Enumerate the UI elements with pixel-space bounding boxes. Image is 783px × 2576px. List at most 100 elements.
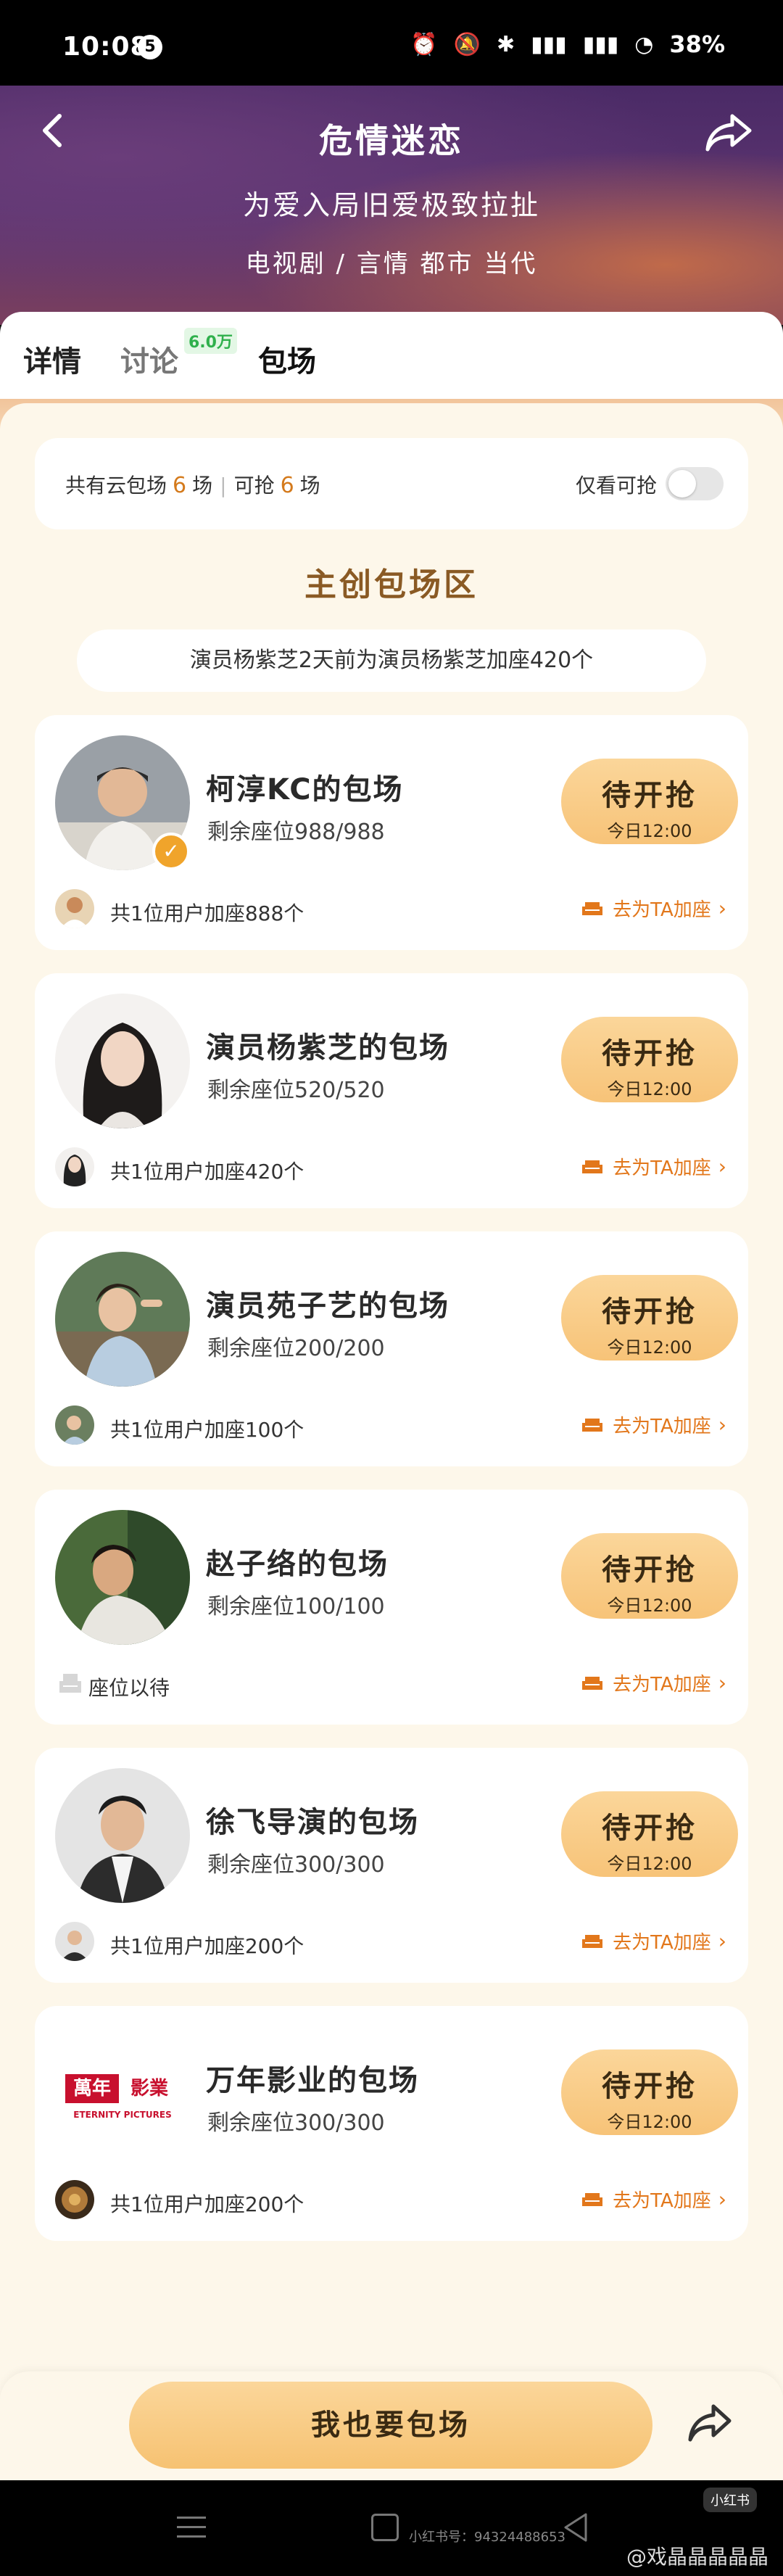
sofa-icon [582, 2192, 603, 2206]
tab-discuss-label: 讨论 [120, 345, 178, 379]
supporter-avatar [55, 1405, 94, 1445]
booking-card[interactable]: ✓ 柯淳KC的包场 剩余座位988/988 待开抢 今日12:00 共1位用户加… [35, 715, 748, 950]
page-title: 危情迷恋 [319, 121, 464, 160]
supporter-summary: 共1位用户加座888个 [110, 901, 304, 925]
xiaohongshu-badge: 小红书 [703, 2488, 757, 2512]
only-grabbable-label: 仅看可抢 [575, 474, 657, 498]
add-seat-link-label: 去为TA加座 [613, 2190, 711, 2212]
booking-main: 共有云包场 6 场 | 可抢 6 场 仅看可抢 主创包场区 演员杨紫芝2天前为演员杨紫芝加座… [0, 399, 783, 2480]
signal-icon-2: ▮▮▮ [582, 31, 619, 57]
drama-genre: 电视剧 / 言情 都市 当代 [245, 249, 538, 278]
creator-avatar [55, 1252, 190, 1387]
add-seat-link[interactable]: 去为TA加座 › [579, 2186, 726, 2213]
bluetooth-icon: ✱ [497, 31, 515, 57]
sofa-icon [582, 901, 603, 915]
booking-summary: 共有云包场 6 场 | 可抢 6 场 [65, 470, 320, 499]
booking-card[interactable]: 徐飞导演的包场 剩余座位300/300 待开抢 今日12:00 共1位用户加座2… [35, 1748, 748, 1983]
add-seat-link[interactable]: 去为TA加座 › [579, 1153, 726, 1180]
only-grabbable-toggle[interactable] [666, 467, 724, 500]
booking-name: 演员杨紫芝的包场 [206, 1031, 450, 1065]
booking-summary-box: 共有云包场 6 场 | 可抢 6 场 仅看可抢 [35, 438, 748, 529]
grab-button[interactable]: 待开抢 今日12:00 [561, 1017, 738, 1102]
grab-button-time: 今日12:00 [607, 1337, 692, 1358]
drama-tagline: 为爱入局旧爱极致拉扯 [242, 189, 540, 221]
booking-panel: 共有云包场 6 场 | 可抢 6 场 仅看可抢 主创包场区 演员杨紫芝2天前为演员杨紫芝加座… [0, 403, 783, 2480]
grab-button-time: 今日12:00 [607, 1854, 692, 1874]
add-seat-link[interactable]: 去为TA加座 › [579, 895, 726, 922]
booking-card[interactable]: 演员苑子艺的包场 剩余座位200/200 待开抢 今日12:00 共1位用户加座… [35, 1231, 748, 1466]
summary-unit: 场 [192, 474, 213, 498]
add-seat-link[interactable]: 去为TA加座 › [579, 1411, 726, 1438]
grab-button[interactable]: 待开抢 今日12:00 [561, 1791, 738, 1877]
svg-text:萬年: 萬年 [73, 2077, 111, 2100]
grab-button-time: 今日12:00 [607, 1079, 692, 1099]
booking-card[interactable]: 萬年 影業 ETERNITY PICTURES 万年影业的包场 剩余座位300/… [35, 2006, 748, 2241]
share-icon[interactable] [703, 110, 754, 154]
grab-button-label: 待开抢 [602, 1553, 697, 1587]
grab-button[interactable]: 待开抢 今日12:00 [561, 1275, 738, 1361]
add-seat-link[interactable]: 去为TA加座 › [579, 1928, 726, 1954]
booking-name: 赵子络的包场 [206, 1548, 389, 1581]
back-triangle-icon[interactable] [563, 2512, 589, 2543]
bottom-action-bar: 我也要包场 [0, 2371, 783, 2480]
summary-grab-unit: 场 [299, 474, 320, 498]
status-icons: ⏰ 🔕 ✱ ▮▮▮ ▮▮▮ ◔ 38% [410, 30, 725, 58]
menu-icon[interactable] [177, 2515, 206, 2540]
chevron-right-icon: › [718, 896, 726, 920]
grab-button-label: 待开抢 [602, 1295, 697, 1329]
grab-button-label: 待开抢 [602, 1812, 697, 1845]
supporter-avatar [55, 1147, 94, 1186]
sofa-icon [582, 1676, 603, 1690]
verified-check-icon: ✓ [152, 833, 190, 870]
supporter-avatar [55, 2180, 94, 2219]
booking-card[interactable]: 演员杨紫芝的包场 剩余座位520/520 待开抢 今日12:00 共1位用户加座… [35, 973, 748, 1208]
signal-icon: ▮▮▮ [531, 31, 567, 57]
grab-button[interactable]: 待开抢 今日12:00 [561, 1533, 738, 1619]
create-booking-button[interactable]: 我也要包场 [129, 2382, 652, 2469]
booking-name: 徐飞导演的包场 [206, 1806, 419, 1839]
share-icon[interactable] [686, 2400, 734, 2444]
creator-avatar [55, 1510, 190, 1645]
sofa-icon [582, 1160, 603, 1173]
chevron-right-icon: › [718, 1155, 726, 1178]
chevron-right-icon: › [718, 1413, 726, 1437]
summary-prefix: 共有云包场 [65, 474, 167, 498]
summary-grab-count: 6 [280, 473, 294, 498]
supporter-summary: 座位以待 [88, 1676, 170, 1700]
grab-button[interactable]: 待开抢 今日12:00 [561, 759, 738, 844]
home-icon[interactable] [371, 2514, 399, 2541]
section-title: 主创包场区 [304, 566, 478, 603]
supporter-avatar [55, 1922, 94, 1961]
tab-booking[interactable]: 包场 [258, 338, 316, 380]
remaining-seats: 剩余座位300/300 [207, 1852, 385, 1878]
chevron-right-icon: › [718, 1929, 726, 1953]
supporter-summary: 共1位用户加座200个 [110, 2192, 304, 2216]
sofa-icon [582, 1418, 603, 1432]
summary-grab-prefix: 可抢 [233, 474, 275, 498]
watermark-text: @戏晶晶晶晶晶 [626, 2545, 768, 2569]
summary-total: 6 [173, 473, 187, 498]
studio-logo: 萬年 影業 ETERNITY PICTURES [55, 2026, 190, 2161]
drama-header: 危情迷恋 为爱入局旧爱极致拉扯 电视剧 / 言情 都市 当代 [0, 86, 783, 325]
add-seat-link-label: 去为TA加座 [613, 1932, 711, 1954]
add-seat-link[interactable]: 去为TA加座 › [579, 1669, 726, 1696]
watermark-id: 小红书号：94324488653 [409, 2530, 566, 2545]
grab-button-time: 今日12:00 [607, 1595, 692, 1616]
tab-detail[interactable]: 详情 [23, 338, 81, 380]
add-seat-link-label: 去为TA加座 [613, 1674, 711, 1696]
supporter-summary: 共1位用户加座200个 [110, 1934, 304, 1958]
creator-avatar [55, 994, 190, 1128]
grab-button[interactable]: 待开抢 今日12:00 [561, 2049, 738, 2135]
system-nav-bar: 小红书 小红书号：94324488653 @戏晶晶晶晶晶 [0, 2480, 783, 2576]
svg-text:影業: 影業 [130, 2078, 168, 2100]
toggle-knob [668, 470, 696, 498]
add-seat-link-label: 去为TA加座 [613, 1416, 711, 1437]
tab-discuss[interactable]: 讨论 6.0万 [120, 328, 237, 380]
supporter-summary: 共1位用户加座100个 [110, 1418, 304, 1442]
summary-separator: | [220, 474, 227, 498]
status-time: 10:08 [62, 32, 149, 62]
remaining-seats: 剩余座位200/200 [207, 1336, 385, 1361]
remaining-seats: 剩余座位100/100 [207, 1594, 385, 1619]
remaining-seats: 剩余座位988/988 [207, 820, 385, 845]
booking-card[interactable]: 赵子络的包场 剩余座位100/100 待开抢 今日12:00 座位以待 去为TA… [35, 1490, 748, 1725]
